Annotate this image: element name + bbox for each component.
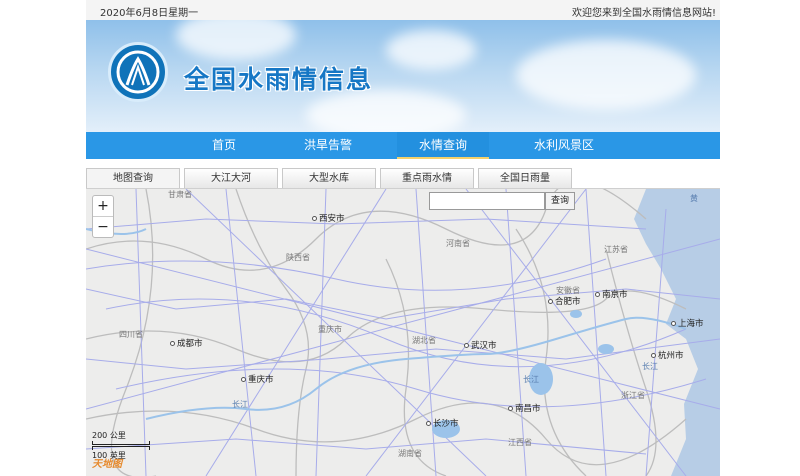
map-water-label: 长江: [642, 362, 658, 371]
nav-home[interactable]: 首页: [178, 132, 270, 159]
cloud-decoration: [306, 90, 466, 132]
map-province-label: 陕西省: [286, 253, 310, 262]
tab-national-daily-rainfall[interactable]: 全国日雨量: [478, 168, 572, 188]
cloud-decoration: [176, 20, 296, 60]
map-water-label: 长江: [232, 400, 248, 409]
map-province-label: 湖北省: [412, 336, 436, 345]
top-info-bar: 2020年6月8日星期一 欢迎您来到全国水雨情信息网站!: [86, 0, 720, 21]
tab-large-reservoirs[interactable]: 大型水库: [282, 168, 376, 188]
header-banner: 全国水雨情信息: [86, 20, 720, 132]
map-water-label: 长江: [523, 375, 539, 384]
map-city-chengdu[interactable]: 成都市: [170, 337, 203, 349]
map-province-label: 浙江省: [621, 391, 645, 400]
map-province-label: 江西省: [508, 438, 532, 447]
map-city-chongqing[interactable]: 重庆市: [241, 373, 274, 385]
map-city-hangzhou[interactable]: 杭州市: [651, 349, 684, 361]
map-water-label: 黄: [690, 194, 698, 203]
current-date: 2020年6月8日星期一: [100, 8, 199, 19]
nav-flood-drought-alert[interactable]: 洪旱告警: [282, 132, 374, 159]
main-nav: 首页 洪旱告警 水情查询 水利风景区: [86, 132, 720, 159]
zoom-out-button[interactable]: −: [93, 217, 113, 237]
map-city-shanghai[interactable]: 上海市: [671, 317, 704, 329]
site-title: 全国水雨情信息: [184, 65, 374, 94]
welcome-text: 欢迎您来到全国水雨情信息网站!: [571, 8, 716, 19]
map-province-label: 河南省: [446, 239, 470, 248]
tab-map-query[interactable]: 地图查询: [86, 168, 180, 188]
map-city-nanjing[interactable]: 南京市: [595, 288, 628, 300]
map-province-label: 四川省: [119, 330, 143, 339]
map-city-wuhan[interactable]: 武汉市: [464, 339, 497, 351]
map-province-label: 江苏省: [604, 245, 628, 254]
zoom-control: + −: [92, 195, 114, 238]
cloud-decoration: [516, 40, 696, 110]
map-city-hefei[interactable]: 合肥市: [548, 295, 581, 307]
map-provider-logo: 天地图: [92, 459, 122, 470]
cloud-decoration: [386, 30, 476, 70]
scale-bar-top: [92, 441, 150, 445]
zoom-in-button[interactable]: +: [93, 196, 113, 217]
map-province-label: 湖南省: [398, 449, 422, 458]
nav-water-query[interactable]: 水情查询: [397, 132, 489, 159]
map-search-button[interactable]: 查询: [545, 192, 575, 210]
map-base-layer: [86, 189, 720, 476]
map-city-changsha[interactable]: 长沙市: [426, 417, 459, 429]
tab-major-rivers[interactable]: 大江大河: [184, 168, 278, 188]
map-search-input[interactable]: [429, 192, 545, 210]
query-tabs: 地图查询 大江大河 大型水库 重点雨水情 全国日雨量: [86, 168, 720, 189]
tab-key-rain-water[interactable]: 重点雨水情: [380, 168, 474, 188]
map-province-label: 甘肃省: [168, 190, 192, 199]
map-city-nanchang[interactable]: 南昌市: [508, 402, 541, 414]
map-view[interactable]: 甘肃省 陕西省 河南省 江苏省 安徽省 四川省 重庆市 湖北省 浙江省 江西省 …: [86, 189, 720, 476]
map-city-xian[interactable]: 西安市: [312, 212, 345, 224]
nav-scenic-area[interactable]: 水利风景区: [518, 132, 610, 159]
scale-km-label: 200 公里: [92, 431, 126, 440]
map-province-label: 重庆市: [318, 325, 342, 334]
site-logo-icon: [108, 42, 168, 102]
